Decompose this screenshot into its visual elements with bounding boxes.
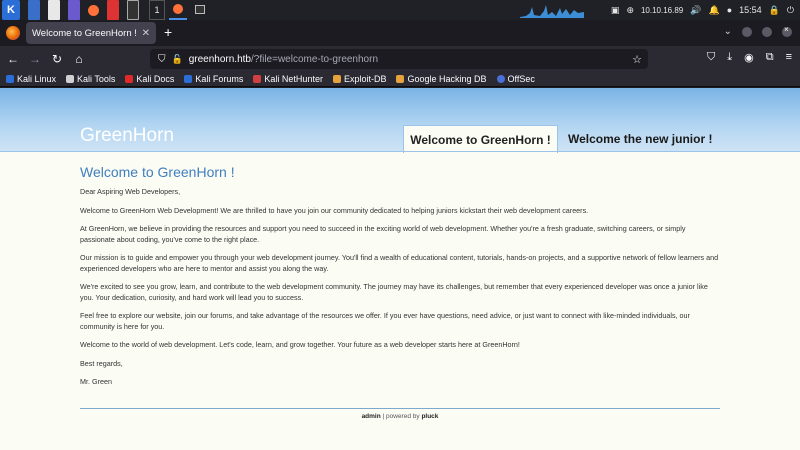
app-menu-icon[interactable]: ≡ [786,51,792,64]
page-heading: Welcome to GreenHorn ! [80,164,235,180]
url-path: /?file=welcome-to-greenhorn [251,53,379,65]
screen-icon[interactable]: ▣ [611,5,620,16]
kali-menu-icon[interactable]: K [2,0,20,20]
paragraph: At GreenHorn, we believe in providing th… [80,224,686,244]
page-tab-new-junior[interactable]: Welcome the new junior ! [568,132,712,146]
list-tabs-chevron-icon[interactable]: ⌄ [724,26,732,37]
tab-close-icon[interactable]: ✕ [142,28,150,39]
notification-icon[interactable]: 🔔 [708,5,719,16]
paragraph: Feel free to explore our website, join o… [80,311,690,331]
bookmark-exploit-db[interactable]: Exploit-DB [332,74,387,84]
home-icon[interactable]: ⌂ [68,52,90,66]
admin-link[interactable]: admin [362,413,381,420]
bookmark-label: Kali Tools [77,74,116,84]
file-manager-icon[interactable] [48,0,60,20]
power-icon[interactable]: ⏻ [787,5,794,16]
page-tab-welcome[interactable]: Welcome to GreenHorn ! [403,125,558,153]
downloads-icon[interactable]: ⤓ [727,51,732,64]
footer-separator: | powered by [380,413,422,420]
kali-docs-icon [125,75,134,83]
site-info-shield-icon[interactable]: ⛉ [158,54,166,65]
burp-launcher-icon[interactable] [107,0,119,20]
show-desktop-icon[interactable] [28,0,40,20]
firefox-launcher-icon[interactable] [88,4,99,16]
system-panel: K 1 ▣ ⊕ 10.10.16.89 🔊 🔔 ● 15:54 🔒 ⏻ [0,0,800,20]
bookmark-label: Kali NetHunter [264,74,323,84]
signature: Mr. Green [80,377,112,386]
kali-forums-icon [184,75,193,83]
back-arrow-icon[interactable]: ← [2,52,24,66]
bookmark-label: Exploit-DB [343,74,387,84]
reload-icon[interactable]: ↻ [46,52,68,66]
power-status-icon[interactable]: ● [727,5,732,15]
network-usage-graph [520,5,584,18]
paragraph: Best regards, [80,358,123,368]
web-page: GreenHorn Welcome to GreenHorn ! Welcome… [0,88,800,450]
kali-tools-icon [66,75,75,83]
taskbar-terminal-button[interactable] [191,0,209,20]
footer-divider [80,408,720,409]
paragraph: Dear Aspiring Web Developers, [80,187,181,196]
paragraph: Our mission is to guide and empower you … [80,253,719,273]
browser-tab-active[interactable]: Welcome to GreenHorn ! - Gr ✕ [26,22,156,44]
volume-icon[interactable]: 🔊 [690,5,701,16]
offsec-icon [496,75,505,83]
bookmark-kali-tools[interactable]: Kali Tools [66,74,115,84]
bookmark-label: Kali Docs [136,74,175,84]
browser-tab-strip: Welcome to GreenHorn ! - Gr ✕ + ⌄ × [0,20,800,46]
page-footer: admin | powered by pluck [0,413,800,420]
bookmark-label: OffSec [507,74,535,84]
bookmark-google-hacking-db[interactable]: Google Hacking DB [396,74,487,84]
bookmark-label: Kali Linux [17,74,57,84]
site-header: GreenHorn Welcome to GreenHorn ! Welcome… [0,88,800,153]
site-title[interactable]: GreenHorn [80,125,174,147]
bookmark-kali-nethunter[interactable]: Kali NetHunter [253,74,323,84]
network-ip: 10.10.16.89 [640,5,684,15]
clock[interactable]: 15:54 [739,5,762,15]
url-bar[interactable]: ⛉ 🔓 greenhorn.htb/?file=welcome-to-green… [150,49,648,69]
paragraph: Welcome to GreenHorn Web Development! We… [80,205,589,215]
terminal-icon [195,4,205,14]
bookmark-label: Google Hacking DB [407,74,487,84]
bookmarks-toolbar: Kali Linux Kali Tools Kali Docs Kali For… [0,72,800,87]
page-tab-label: Welcome to GreenHorn ! [410,132,551,147]
connection-lock-icon[interactable]: 🔓 [172,54,183,65]
pluck-link[interactable]: pluck [421,413,438,420]
bookmark-offsec[interactable]: OffSec [496,74,535,84]
forward-arrow-icon[interactable]: → [24,52,46,66]
ghdb-icon [396,75,405,83]
terminal-icon[interactable] [127,0,139,20]
firefox-icon [173,4,183,14]
url-host: greenhorn.htb [188,53,251,65]
taskbar-firefox-button[interactable] [169,0,187,20]
bookmark-kali-docs[interactable]: Kali Docs [125,74,174,84]
extensions-icon[interactable]: ⧉ [766,51,774,64]
nethunter-icon [253,75,262,83]
bookmark-label: Kali Forums [195,74,244,84]
minimize-button[interactable] [742,26,752,37]
bookmark-star-icon[interactable]: ☆ [632,53,642,66]
page-content: Welcome to GreenHorn ! Dear Aspiring Web… [80,164,720,396]
workspace-1-button[interactable]: 1 [149,0,165,20]
new-tab-button[interactable]: + [164,24,172,40]
firefox-view-icon[interactable] [6,26,20,40]
terminal-launcher-icon[interactable] [68,0,80,20]
bookmark-kali-forums[interactable]: Kali Forums [184,74,243,84]
paragraph: We're excited to see you grow, learn, an… [80,282,708,302]
close-window-button[interactable]: × [782,25,792,37]
account-icon[interactable]: ◉ [744,51,754,64]
maximize-button[interactable] [762,26,772,37]
lock-icon[interactable]: 🔒 [769,5,780,16]
kali-icon [6,75,14,83]
bookmark-kali-linux[interactable]: Kali Linux [6,74,56,84]
paragraph: Welcome to the world of web development.… [80,340,520,349]
network-icon[interactable]: ⊕ [626,5,634,16]
pocket-icon[interactable]: ⛉ [707,51,715,64]
exploit-db-icon [332,75,341,83]
tab-title: Welcome to GreenHorn ! - Gr [32,27,138,39]
navigation-toolbar: ← → ↻ ⌂ ⛉ 🔓 greenhorn.htb/?file=welcome-… [0,46,800,72]
